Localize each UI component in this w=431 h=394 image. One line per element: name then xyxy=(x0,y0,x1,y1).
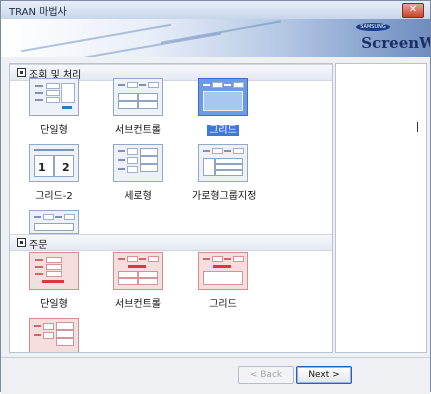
collapse-icon[interactable] xyxy=(17,68,26,77)
next-button[interactable]: Next > xyxy=(296,366,352,384)
template-label: 서브컨트롤 xyxy=(115,299,161,310)
template-label: 단일형 xyxy=(40,299,68,310)
text-cursor xyxy=(417,122,418,132)
product-name: ScreenW xyxy=(361,34,430,52)
order-template-single[interactable]: 단일형 xyxy=(23,252,85,310)
header-banner: SAMSUNG ScreenW xyxy=(1,19,430,57)
template-vertical[interactable]: 세로형 xyxy=(107,144,169,202)
grid-number-1: 1 xyxy=(38,161,46,174)
template-grid[interactable]: 그리드 xyxy=(192,78,254,136)
template-label: 서브컨트롤 xyxy=(115,125,161,136)
template-grid-2[interactable]: 1 2 그리드-2 xyxy=(23,144,85,202)
preview-pane xyxy=(335,63,427,353)
horizontal-group-form-icon xyxy=(198,144,248,182)
order-template-grid[interactable]: 그리드 xyxy=(192,252,254,310)
back-button[interactable]: < Back xyxy=(238,366,294,384)
close-icon[interactable]: ✕ xyxy=(402,3,424,18)
template-single[interactable]: 단일형 xyxy=(23,78,85,136)
vertical-form-icon xyxy=(113,144,163,182)
title-bar: TRAN 마법사 ✕ xyxy=(1,1,430,20)
wizard-footer: < Back Next > xyxy=(1,357,430,394)
template-subcontrol[interactable]: 서브컨트롤 xyxy=(107,78,169,136)
order-template-extra[interactable] xyxy=(23,318,85,352)
single-form-icon xyxy=(29,78,79,116)
template-label: 그리드-2 xyxy=(35,191,73,202)
template-label: 그리드 xyxy=(207,125,239,136)
template-label: 세로형 xyxy=(124,191,152,202)
order-grid-form-icon xyxy=(198,252,248,290)
tran-wizard-window: TRAN 마법사 ✕ SAMSUNG ScreenW 조회 및 처리 단일형 서… xyxy=(0,0,431,394)
template-label: 가로형그룹지정 xyxy=(192,191,257,202)
order-single-form-icon xyxy=(29,252,79,290)
subcontrol-form-icon xyxy=(113,78,163,116)
grid2-form-icon: 1 2 xyxy=(29,144,79,182)
order-extra-form-icon xyxy=(29,318,79,352)
collapse-icon[interactable] xyxy=(17,238,26,247)
template-label: 그리드 xyxy=(209,299,237,310)
template-horizontal-group[interactable]: 가로형그룹지정 xyxy=(192,144,257,202)
template-list[interactable]: 조회 및 처리 단일형 서브컨트롤 그리드 1 2 그리드-2 세로형 가로형그… xyxy=(9,63,333,353)
window-title: TRAN 마법사 xyxy=(9,7,67,18)
order-template-subcontrol[interactable]: 서브컨트롤 xyxy=(107,252,169,310)
grid-number-2: 2 xyxy=(62,161,70,174)
template-label: 단일형 xyxy=(40,125,68,136)
extra-form-icon xyxy=(29,210,79,234)
grid-form-icon xyxy=(198,78,248,116)
order-subcontrol-form-icon xyxy=(113,252,163,290)
section-header-order[interactable]: 주문 xyxy=(10,234,332,251)
brand-logo: SAMSUNG xyxy=(356,23,390,31)
section-label: 주문 xyxy=(29,240,48,251)
